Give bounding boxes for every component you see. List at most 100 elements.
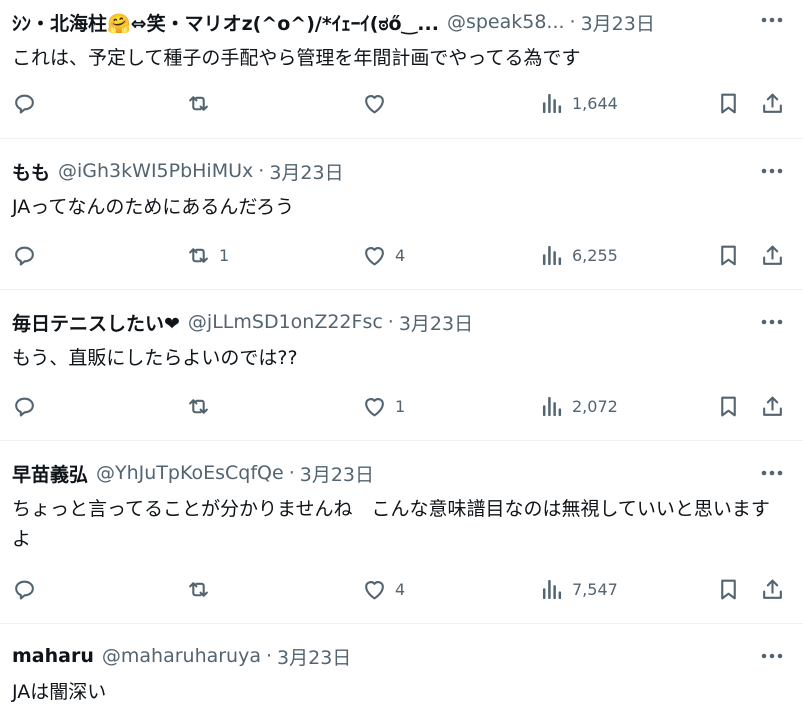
tweet[interactable]: 早苗義弘 @YhJuTpKoEsCqfQe · 3月23日 ちょっと言ってること… (0, 441, 803, 624)
reply-icon (15, 94, 34, 114)
tweet-date[interactable]: 3月23日 (399, 309, 473, 336)
view-count: 6,255 (572, 245, 618, 265)
reply-icon (15, 397, 34, 416)
like-button[interactable]: 4 (362, 240, 405, 270)
tweet-header: 早苗義弘 @YhJuTpKoEsCqfQe · 3月23日 (12, 459, 733, 487)
tweet[interactable]: maharu @maharuharuya · 3月23日 JAは闇深い (0, 624, 803, 716)
share-icon (763, 245, 782, 265)
like-button[interactable]: 4 (362, 574, 405, 604)
separator-dot: · (387, 311, 394, 333)
tweet-text: JAは闇深い (12, 681, 107, 703)
share-button[interactable] (760, 574, 785, 604)
like-icon (365, 580, 384, 599)
like-button[interactable] (362, 88, 395, 118)
views-button[interactable]: 2,072 (539, 391, 618, 421)
bookmark-button[interactable] (716, 574, 741, 604)
retweet-icon (189, 247, 208, 263)
more-icon (761, 168, 783, 174)
separator-dot: · (258, 160, 265, 182)
tweet-header: maharu @maharuharuya · 3月23日 (12, 642, 733, 670)
views-icon (542, 396, 562, 416)
share-button[interactable] (760, 240, 785, 270)
like-icon (365, 246, 384, 265)
bookmark-icon (721, 579, 736, 599)
views-icon (542, 93, 562, 113)
tweet-date[interactable]: 3月23日 (581, 9, 655, 36)
more-icon (761, 17, 783, 23)
tweet-date[interactable]: 3月23日 (269, 158, 343, 185)
like-count: 1 (395, 396, 406, 416)
reply-button[interactable] (12, 240, 45, 270)
more-options-button[interactable] (759, 161, 785, 181)
author-name[interactable]: 早苗義弘 (12, 460, 88, 487)
tweet-text: もう、直販にしたらよいのでは?? (12, 347, 298, 369)
author-handle[interactable]: @YhJuTpKoEsCqfQe (96, 462, 284, 484)
bookmark-button[interactable] (716, 391, 741, 421)
separator-dot: · (569, 11, 576, 33)
author-handle[interactable]: @jLLmSD1onZ22Fsc (188, 311, 383, 333)
retweet-button[interactable]: 1 (186, 240, 229, 270)
tweet[interactable]: ｼﾝ・北海柱🤗⇔笑・マリオz(^o^)/*ｲｪｰｲ(ಠő‿... @speak5… (0, 0, 803, 139)
author-name[interactable]: 毎日テニスしたい❤ (12, 309, 180, 336)
author-handle[interactable]: @iGh3kWI5PbHiMUx (58, 160, 253, 182)
reply-icon (15, 246, 34, 265)
retweet-button[interactable] (186, 88, 219, 118)
author-handle[interactable]: @speak58... (447, 11, 565, 33)
more-options-button[interactable] (759, 312, 785, 332)
tweet-actions: 1 2,072 (0, 391, 803, 421)
like-count: 4 (395, 245, 406, 265)
tweet-text: これは、予定して種子の手配やら管理を年間計画でやってる為です (12, 47, 581, 69)
author-name[interactable]: もも (12, 158, 50, 185)
tweet[interactable]: 毎日テニスしたい❤ @jLLmSD1onZ22Fsc · 3月23日 もう、直販… (0, 290, 803, 441)
view-count: 7,547 (572, 579, 618, 599)
separator-dot: · (266, 645, 273, 667)
views-icon (542, 245, 562, 265)
reply-button[interactable] (12, 88, 45, 118)
bookmark-icon (721, 396, 736, 416)
retweet-icon (189, 581, 208, 597)
share-icon (763, 396, 782, 416)
reply-icon (15, 580, 34, 599)
author-handle[interactable]: @maharuharuya (102, 645, 261, 667)
tweet-text: ちょっと言ってることが分かりませんね こんな意味譜目なのは無視していいと思います… (12, 498, 770, 550)
like-icon (365, 94, 384, 113)
share-button[interactable] (760, 391, 785, 421)
tweet-date[interactable]: 3月23日 (300, 460, 374, 487)
retweet-button[interactable] (186, 391, 219, 421)
views-icon (542, 579, 562, 599)
bookmark-icon (721, 245, 736, 265)
like-count: 4 (395, 579, 406, 599)
views-button[interactable]: 7,547 (539, 574, 618, 604)
views-button[interactable]: 6,255 (539, 240, 618, 270)
retweet-icon (189, 398, 208, 414)
tweet-header: ｼﾝ・北海柱🤗⇔笑・マリオz(^o^)/*ｲｪｰｲ(ಠő‿... @speak5… (12, 8, 733, 36)
share-icon (763, 579, 782, 599)
bookmark-icon (721, 93, 736, 113)
tweet-date[interactable]: 3月23日 (277, 643, 351, 670)
like-icon (365, 397, 384, 416)
like-button[interactable]: 1 (362, 391, 405, 421)
tweet-actions: 4 7,547 (0, 574, 803, 604)
author-name[interactable]: maharu (12, 645, 94, 667)
more-icon (761, 470, 783, 476)
retweet-count: 1 (219, 245, 230, 265)
retweet-button[interactable] (186, 574, 219, 604)
retweet-icon (189, 95, 208, 111)
tweet-text: JAってなんのためにあるんだろう (12, 196, 295, 218)
reply-button[interactable] (12, 574, 45, 604)
more-icon (761, 653, 783, 659)
share-button[interactable] (760, 88, 785, 118)
tweet-actions: 1,644 (0, 88, 803, 118)
more-options-button[interactable] (759, 646, 785, 666)
bookmark-button[interactable] (716, 240, 741, 270)
tweet-header: もも @iGh3kWI5PbHiMUx · 3月23日 (12, 157, 733, 185)
reply-button[interactable] (12, 391, 45, 421)
more-options-button[interactable] (759, 10, 785, 30)
tweet-actions: 1 4 6,255 (0, 240, 803, 270)
share-icon (763, 93, 782, 113)
author-name[interactable]: ｼﾝ・北海柱🤗⇔笑・マリオz(^o^)/*ｲｪｰｲ(ಠő‿... (12, 9, 439, 36)
tweet[interactable]: もも @iGh3kWI5PbHiMUx · 3月23日 JAってなんのためにある… (0, 139, 803, 290)
bookmark-button[interactable] (716, 88, 741, 118)
more-options-button[interactable] (759, 463, 785, 483)
views-button[interactable]: 1,644 (539, 88, 618, 118)
